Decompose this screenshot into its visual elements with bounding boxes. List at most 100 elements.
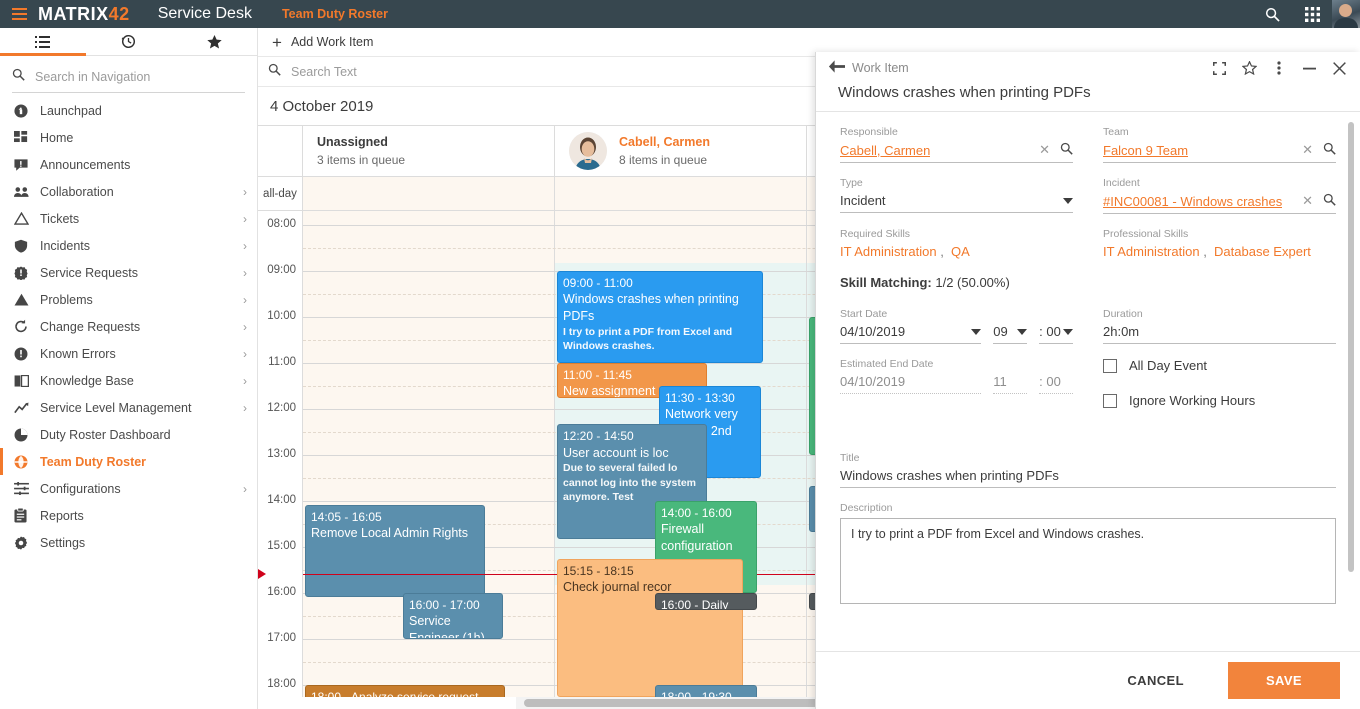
team-link[interactable]: Falcon 9 Team [1103,143,1188,158]
all-day-cell[interactable] [555,177,807,210]
event-time: 09:00 - 11:00 [563,276,633,290]
checkbox-box[interactable] [1103,358,1117,373]
calendar-event[interactable]: 16:00 - 17:00 Service Engineer (1h) [403,593,503,639]
sidebar-item-settings[interactable]: Settings [0,529,257,556]
sidebar-item-announcements[interactable]: Announcements [0,151,257,178]
breadcrumb[interactable]: Team Duty Roster [282,7,388,21]
chevron-down-icon[interactable] [1063,328,1073,335]
search-icon[interactable] [1323,142,1336,158]
expand-icon[interactable] [1204,53,1234,83]
title-input[interactable]: Windows crashes when printing PDFs [840,468,1336,488]
list-tab[interactable] [0,28,86,56]
field-label: Estimated End Date [840,358,934,370]
add-work-item-button[interactable]: + Add Work Item [258,34,387,51]
all-day-cell[interactable] [303,177,555,210]
clear-icon[interactable]: ✕ [1302,193,1313,209]
sidebar-item-problems[interactable]: Problems › [0,286,257,313]
home-grid-icon [14,130,40,145]
incident-link[interactable]: #INC00081 - Windows crashes [1103,194,1282,209]
search-text-input[interactable] [291,64,671,79]
sidebar-item-known-errors[interactable]: Known Errors › [0,340,257,367]
favorite-star-icon[interactable] [1234,53,1264,83]
skill-tag[interactable]: Database Expert [1214,244,1311,259]
chevron-down-icon[interactable] [971,328,982,335]
more-options-icon[interactable] [1264,53,1294,83]
resource-column-cabell[interactable]: Cabell, Carmen 8 items in queue [555,126,807,176]
sidebar-item-incidents[interactable]: Incidents › [0,232,257,259]
chevron-down-icon[interactable] [1017,328,1028,335]
chevron-right-icon[interactable]: › [243,239,247,253]
responsible-link[interactable]: Cabell, Carmen [840,143,930,158]
sidebar-item-service-level-management[interactable]: Service Level Management › [0,394,257,421]
save-button[interactable]: SAVE [1227,662,1340,699]
avatar[interactable] [1332,0,1360,28]
sidebar-item-configurations[interactable]: Configurations › [0,475,257,502]
start-minute-select[interactable]: : 00 [1039,324,1073,344]
sidebar-item-launchpad[interactable]: Launchpad [0,97,257,124]
ignore-working-hours-checkbox[interactable]: Ignore Working Hours [1103,393,1336,408]
chevron-right-icon[interactable]: › [243,347,247,361]
chevron-right-icon[interactable]: › [243,401,247,415]
grid-apps-icon[interactable] [1292,0,1332,28]
start-hour-wrap[interactable]: 09 [993,324,1028,344]
sidebar-item-home[interactable]: Home [0,124,257,151]
start-date-picker[interactable]: 04/10/2019 [840,324,982,344]
history-clock-icon[interactable] [86,28,172,55]
chevron-right-icon[interactable]: › [243,212,247,226]
nav-search[interactable] [12,61,245,93]
sidebar-item-label: Home [40,130,74,145]
calendar-event[interactable]: 16:00 - Daily meeting [655,593,757,610]
field-value-wrap[interactable]: Cabell, Carmen ✕ [840,142,1073,163]
sidebar-item-service-requests[interactable]: Service Requests › [0,259,257,286]
clear-icon[interactable]: ✕ [1039,142,1050,158]
sidebar-item-duty-roster-dashboard[interactable]: Duty Roster Dashboard [0,421,257,448]
sidebar-item-tickets[interactable]: Tickets › [0,205,257,232]
calendar-event[interactable]: 09:00 - 11:00 Windows crashes when printi… [557,271,763,363]
skill-tag[interactable]: QA [951,244,970,259]
chevron-right-icon[interactable]: › [243,293,247,307]
time-label: 12:00 [267,402,296,414]
sidebar-item-change-requests[interactable]: Change Requests › [0,313,257,340]
hamburger-icon[interactable] [0,8,38,20]
gear-icon [14,535,40,550]
calendar-event[interactable]: 18:00 - Analyze service request [305,685,505,697]
cancel-button[interactable]: CANCEL [1105,663,1206,698]
search-icon[interactable] [1252,0,1292,28]
search-icon[interactable] [1323,193,1336,209]
panel-scrollbar[interactable] [1348,122,1354,572]
sidebar-item-collaboration[interactable]: Collaboration › [0,178,257,205]
chevron-right-icon[interactable]: › [243,185,247,199]
chevron-right-icon[interactable]: › [243,320,247,334]
field-value-wrap[interactable]: #INC00081 - Windows crashes ✕ [1103,193,1336,214]
star-icon[interactable] [171,28,257,55]
field-value-wrap[interactable]: Falcon 9 Team ✕ [1103,142,1336,163]
start-date-value-wrap[interactable]: 04/10/2019 [840,324,982,344]
chevron-right-icon[interactable]: › [243,374,247,388]
sidebar-item-team-duty-roster[interactable]: Team Duty Roster [0,448,257,475]
minimize-icon[interactable] [1294,53,1324,83]
skill-tag[interactable]: IT Administration [1103,244,1200,259]
search-icon[interactable] [1060,142,1073,158]
duration-input[interactable]: 2h:0m [1103,324,1336,344]
calendar-event[interactable]: 15:15 - 18:15 Check journal recor [557,558,743,697]
description-textarea[interactable]: I try to print a PDF from Excel and Wind… [840,518,1336,604]
close-icon[interactable] [1324,53,1354,83]
chevron-down-icon[interactable] [1063,197,1073,204]
start-hour-select[interactable]: 09 [993,324,1028,344]
search-input[interactable] [35,69,245,84]
checkbox-box[interactable] [1103,393,1117,408]
sidebar-item-knowledge-base[interactable]: Knowledge Base › [0,367,257,394]
calendar-event[interactable]: 18:00 - 19:30Marketing [655,685,757,697]
calendar-event[interactable]: 14:05 - 16:05 Remove Local Admin Rights [305,504,485,597]
start-minute-wrap[interactable]: : 00 [1039,324,1073,344]
resource-column-unassigned[interactable]: Unassigned 3 items in queue [303,126,555,176]
skill-tag[interactable]: IT Administration [840,244,937,259]
sidebar-item-reports[interactable]: Reports [0,502,257,529]
type-select[interactable]: Incident [840,193,1073,213]
all-day-event-checkbox[interactable]: All Day Event [1103,358,1336,373]
back-arrow-icon[interactable] [828,59,852,77]
chevron-right-icon[interactable]: › [243,266,247,280]
chevron-right-icon[interactable]: › [243,482,247,496]
sidebar-item-label: Reports [40,508,84,523]
clear-icon[interactable]: ✕ [1302,142,1313,158]
